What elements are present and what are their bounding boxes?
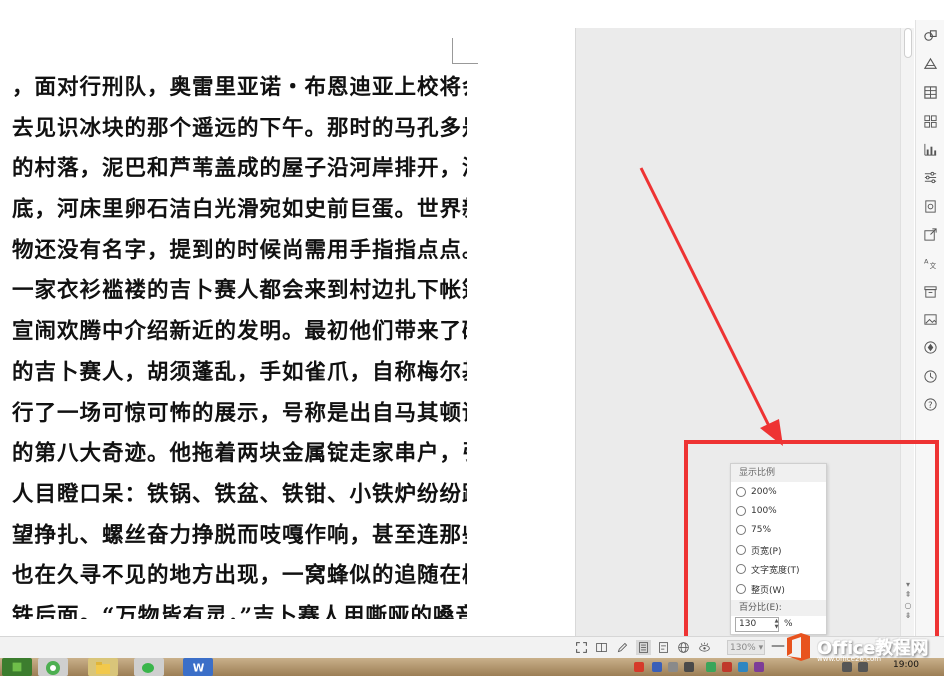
document-line[interactable]: 行了一场可惊可怖的展示，号称是出自马其顿诸位 <box>12 394 467 435</box>
translate-icon[interactable]: A文 <box>921 253 939 271</box>
wechat-icon[interactable] <box>134 658 164 676</box>
edit-pen-icon[interactable] <box>615 640 630 655</box>
tray-icon[interactable] <box>668 662 678 672</box>
document-line[interactable]: 的第八大奇迹。他拖着两块金属锭走家串户，引发 <box>12 434 467 475</box>
tray-icon[interactable] <box>754 662 764 672</box>
ime-icon[interactable] <box>634 662 644 672</box>
style-icon[interactable] <box>921 55 939 73</box>
tray-icon[interactable] <box>706 662 716 672</box>
document-line[interactable]: ，面对行刑队，奥雷里亚诺・布恩迪亚上校将会回 <box>12 68 467 109</box>
wps-writer-icon[interactable]: W <box>183 658 213 676</box>
share-icon[interactable] <box>921 225 939 243</box>
office-logo-icon <box>787 633 810 661</box>
reading-view-icon[interactable] <box>594 640 609 655</box>
document-line[interactable]: 也在久寻不见的地方出现，一窝蜂似的追随在梅尔 <box>12 556 467 597</box>
image-icon[interactable] <box>921 310 939 328</box>
picture-library-icon[interactable] <box>921 197 939 215</box>
document-line[interactable]: 底，河床里卵石洁白光滑宛如史前巨蛋。世界新生 <box>12 190 467 231</box>
document-text[interactable]: ，面对行刑队，奥雷里亚诺・布恩迪亚上校将会回 去见识冰块的那个遥远的下午。那时的马… <box>12 68 467 619</box>
document-line[interactable]: 的吉卜赛人，胡须蓬乱，手如雀爪，自称梅尔基亚 <box>12 353 467 394</box>
table-icon[interactable] <box>921 83 939 101</box>
shapes-icon[interactable] <box>921 26 939 44</box>
document-line[interactable]: 物还没有名字，提到的时候尚需用手指指点点。每 <box>12 231 467 272</box>
archive-icon[interactable] <box>921 282 939 300</box>
document-line[interactable]: 一家衣衫褴褛的吉卜赛人都会来到村边扎下帐篷， <box>12 271 467 312</box>
document-line[interactable]: 铁后面。“万物皆有灵，”吉卜赛人用嘶哑的嗓音 <box>12 597 467 619</box>
fullscreen-icon[interactable] <box>574 640 589 655</box>
document-line[interactable]: 望挣扎、螺丝奋力挣脱而吱嘎作响，甚至连那些丢 <box>12 516 467 557</box>
file-explorer-icon[interactable] <box>88 658 118 676</box>
outline-view-icon[interactable] <box>656 640 671 655</box>
page-view-icon[interactable] <box>636 640 651 655</box>
scrollbar-thumb[interactable] <box>904 28 912 58</box>
svg-text:?: ? <box>928 399 932 409</box>
document-line[interactable]: 人目瞪口呆：铁锅、铁盆、铁钳、小铁炉纷纷跌落， <box>12 475 467 516</box>
history-icon[interactable] <box>921 367 939 385</box>
eye-protection-icon[interactable] <box>697 640 712 655</box>
shield-icon[interactable] <box>921 338 939 356</box>
svg-text:A: A <box>923 257 928 265</box>
watermark-url: www.office26.com <box>817 655 882 663</box>
web-view-icon[interactable] <box>676 640 691 655</box>
browser-icon[interactable] <box>38 658 68 676</box>
help-icon[interactable]: ? <box>921 395 939 413</box>
document-line[interactable]: 宣闹欢腾中介绍新近的发明。最初他们带来了磁石。 <box>12 312 467 353</box>
chart-icon[interactable] <box>921 140 939 158</box>
page-corner-mark <box>452 38 478 64</box>
zoom-level-dropdown[interactable]: 130% ▾ <box>727 640 765 655</box>
tray-icon[interactable] <box>684 662 694 672</box>
help-tray-icon[interactable] <box>652 662 662 672</box>
tray-icon[interactable] <box>722 662 732 672</box>
annotation-highlight-box <box>684 440 939 658</box>
svg-text:文: 文 <box>929 261 936 270</box>
document-page[interactable]: ，面对行刑队，奥雷里亚诺・布恩迪亚上校将会回 去见识冰块的那个遥远的下午。那时的马… <box>0 28 575 636</box>
settings-sliders-icon[interactable] <box>921 168 939 186</box>
document-line[interactable]: 去见识冰块的那个遥远的下午。那时的马孔多是一 <box>12 109 467 150</box>
tray-icon[interactable] <box>738 662 748 672</box>
document-line[interactable]: 的村落，泥巴和芦苇盖成的屋子沿河岸排开，湍急 <box>12 149 467 190</box>
apps-grid-icon[interactable] <box>921 112 939 130</box>
taskbar-app-icon[interactable] <box>2 658 32 676</box>
office-watermark: Office教程网 www.office26.com <box>783 627 941 667</box>
svg-text:W: W <box>193 662 205 674</box>
